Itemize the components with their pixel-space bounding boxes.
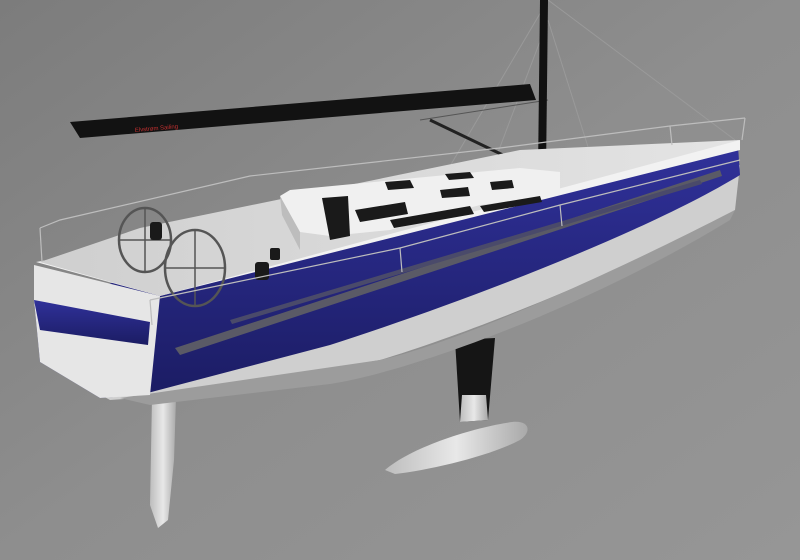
render-viewport: Elvstrøm Sailing <box>0 0 800 560</box>
helm-wheel-left <box>117 206 173 274</box>
keel-fin-lower <box>460 395 488 422</box>
boat-render: Elvstrøm Sailing <box>0 0 800 560</box>
